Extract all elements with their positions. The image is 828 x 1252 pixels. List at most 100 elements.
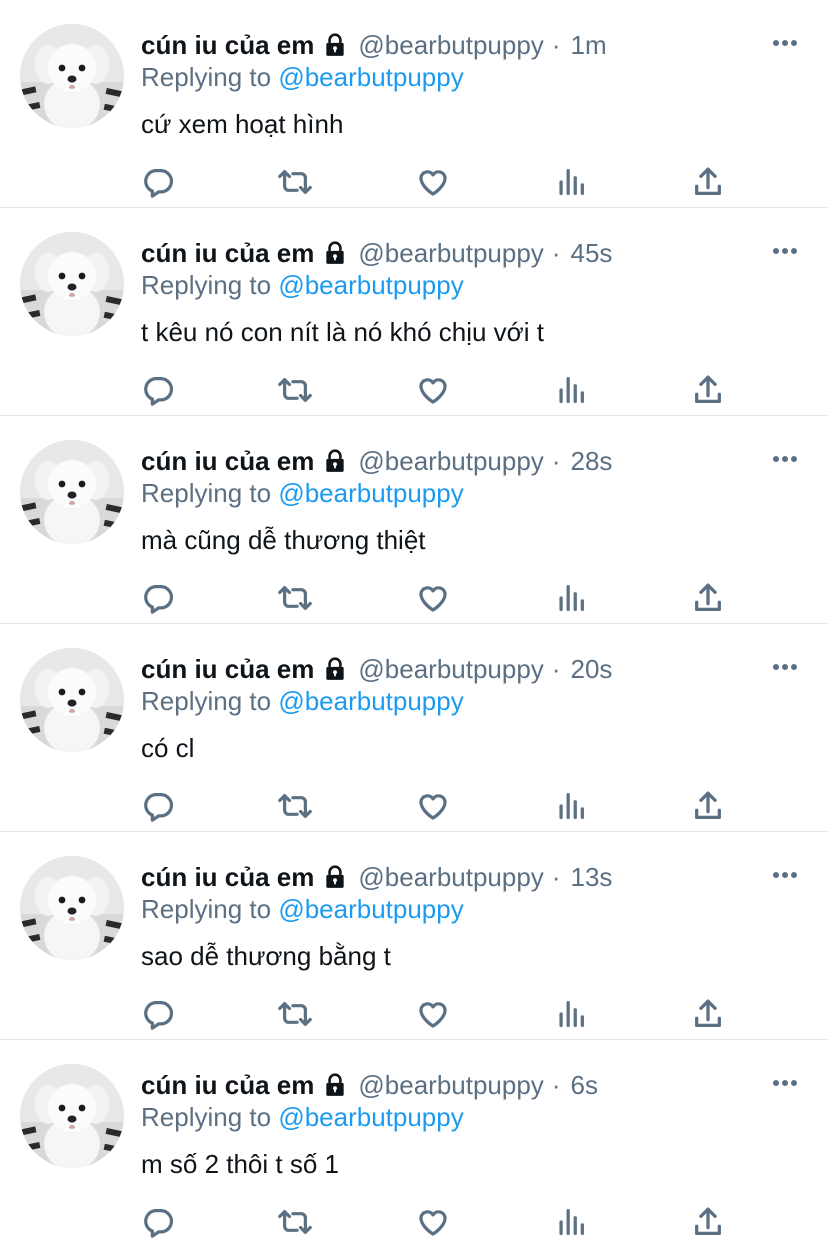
analytics-button[interactable]: [551, 370, 591, 410]
retweet-button[interactable]: [275, 1202, 315, 1242]
separator-dot: ·: [551, 1070, 561, 1100]
tweet-text: mà cũng dễ thương thiệt: [141, 525, 426, 555]
share-icon: [695, 1207, 721, 1235]
share-button[interactable]: [688, 786, 728, 826]
user-handle[interactable]: @bearbutpuppy: [358, 236, 543, 270]
avatar[interactable]: [20, 232, 124, 336]
share-icon: [695, 167, 721, 195]
tweet-thread: cún iu của em @bearbutpuppy · 1m Replyin…: [0, 0, 828, 1248]
timestamp[interactable]: 1m: [570, 28, 606, 62]
like-button[interactable]: [413, 1202, 453, 1242]
share-button[interactable]: [688, 162, 728, 202]
tweet[interactable]: cún iu của em @bearbutpuppy · 20s Replyi…: [0, 624, 828, 832]
retweet-button[interactable]: [275, 994, 315, 1034]
reply-button[interactable]: [138, 1202, 178, 1242]
analytics-icon: [559, 585, 584, 611]
like-button[interactable]: [413, 578, 453, 618]
display-name[interactable]: cún iu của em: [141, 236, 314, 270]
separator-dot: ·: [551, 654, 561, 684]
display-name[interactable]: cún iu của em: [141, 28, 314, 62]
retweet-button[interactable]: [275, 786, 315, 826]
like-button[interactable]: [413, 370, 453, 410]
tweet-header: cún iu của em @bearbutpuppy · 28s: [141, 444, 612, 478]
replying-to-link[interactable]: @bearbutpuppy: [278, 686, 463, 716]
avatar[interactable]: [20, 1064, 124, 1168]
retweet-button[interactable]: [275, 578, 315, 618]
separator-dot: ·: [551, 30, 561, 60]
reply-button[interactable]: [138, 162, 178, 202]
more-icon: [773, 456, 797, 462]
lock-icon: [322, 240, 348, 266]
more-options-button[interactable]: [772, 862, 798, 888]
user-handle[interactable]: @bearbutpuppy: [358, 652, 543, 686]
user-handle[interactable]: @bearbutpuppy: [358, 28, 543, 62]
reply-icon: [144, 377, 174, 406]
display-name[interactable]: cún iu của em: [141, 652, 314, 686]
more-options-button[interactable]: [772, 30, 798, 56]
reply-button[interactable]: [138, 578, 178, 618]
timestamp[interactable]: 28s: [570, 444, 612, 478]
more-options-button[interactable]: [772, 446, 798, 472]
replying-to-link[interactable]: @bearbutpuppy: [278, 478, 463, 508]
analytics-button[interactable]: [551, 994, 591, 1034]
like-button[interactable]: [413, 162, 453, 202]
display-name[interactable]: cún iu của em: [141, 444, 314, 478]
reply-icon: [144, 793, 174, 822]
more-icon: [773, 40, 797, 46]
replying-to-line: Replying to @bearbutpuppy: [141, 268, 464, 302]
tweet[interactable]: cún iu của em @bearbutpuppy · 13s Replyi…: [0, 832, 828, 1040]
share-button[interactable]: [688, 370, 728, 410]
share-button[interactable]: [688, 1202, 728, 1242]
tweet[interactable]: cún iu của em @bearbutpuppy · 45s Replyi…: [0, 208, 828, 416]
tweet-text: m số 2 thôi t số 1: [141, 1149, 339, 1179]
replying-to-link[interactable]: @bearbutpuppy: [278, 1102, 463, 1132]
reply-button[interactable]: [138, 994, 178, 1034]
separator-dot: ·: [551, 862, 561, 892]
like-icon: [419, 586, 447, 612]
replying-to-link[interactable]: @bearbutpuppy: [278, 270, 463, 300]
timestamp[interactable]: 13s: [570, 860, 612, 894]
puppy-avatar-image: [20, 856, 124, 960]
retweet-icon: [278, 794, 312, 818]
analytics-button[interactable]: [551, 1202, 591, 1242]
avatar[interactable]: [20, 440, 124, 544]
tweet[interactable]: cún iu của em @bearbutpuppy · 6s Replyin…: [0, 1040, 828, 1248]
separator-dot: ·: [551, 238, 561, 268]
avatar[interactable]: [20, 648, 124, 752]
reply-button[interactable]: [138, 786, 178, 826]
reply-button[interactable]: [138, 370, 178, 410]
like-button[interactable]: [413, 994, 453, 1034]
replying-to-link[interactable]: @bearbutpuppy: [278, 62, 463, 92]
analytics-button[interactable]: [551, 786, 591, 826]
analytics-button[interactable]: [551, 578, 591, 618]
more-options-button[interactable]: [772, 654, 798, 680]
more-options-button[interactable]: [772, 238, 798, 264]
replying-to-link[interactable]: @bearbutpuppy: [278, 894, 463, 924]
avatar[interactable]: [20, 24, 124, 128]
timestamp[interactable]: 45s: [570, 236, 612, 270]
more-options-button[interactable]: [772, 1070, 798, 1096]
retweet-button[interactable]: [275, 162, 315, 202]
replying-to-line: Replying to @bearbutpuppy: [141, 892, 464, 926]
tweet[interactable]: cún iu của em @bearbutpuppy · 28s Replyi…: [0, 416, 828, 624]
like-button[interactable]: [413, 786, 453, 826]
display-name[interactable]: cún iu của em: [141, 1068, 314, 1102]
user-handle[interactable]: @bearbutpuppy: [358, 444, 543, 478]
user-handle[interactable]: @bearbutpuppy: [358, 1068, 543, 1102]
avatar[interactable]: [20, 856, 124, 960]
share-button[interactable]: [688, 994, 728, 1034]
reply-icon: [144, 1001, 174, 1030]
user-handle[interactable]: @bearbutpuppy: [358, 860, 543, 894]
replying-to-line: Replying to @bearbutpuppy: [141, 684, 464, 718]
share-icon: [695, 583, 721, 611]
timestamp[interactable]: 6s: [570, 1068, 597, 1102]
timestamp[interactable]: 20s: [570, 652, 612, 686]
separator-dot: ·: [551, 446, 561, 476]
retweet-button[interactable]: [275, 370, 315, 410]
analytics-button[interactable]: [551, 162, 591, 202]
share-button[interactable]: [688, 578, 728, 618]
puppy-avatar-image: [20, 648, 124, 752]
display-name[interactable]: cún iu của em: [141, 860, 314, 894]
tweet[interactable]: cún iu của em @bearbutpuppy · 1m Replyin…: [0, 0, 828, 208]
more-icon: [773, 664, 797, 670]
